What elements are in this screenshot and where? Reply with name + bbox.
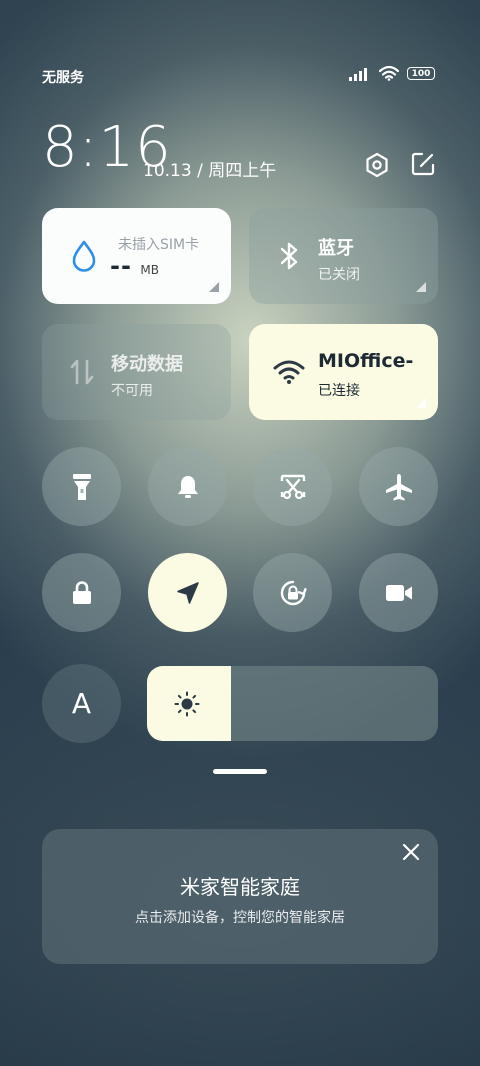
mobile-data-title: 移动数据 [111, 354, 183, 375]
auto-brightness-button[interactable]: A [42, 664, 121, 743]
wifi-status: 已连接 [318, 383, 360, 399]
battery-icon: 100 [407, 67, 435, 80]
sim-usage-value: -- MB [110, 252, 159, 280]
edit-button[interactable] [408, 149, 438, 179]
close-icon[interactable] [400, 841, 422, 863]
smart-home-subtitle: 点击添加设备，控制您的智能家居 [135, 910, 345, 926]
settings-button[interactable] [362, 150, 392, 180]
mobile-data-status: 不可用 [111, 383, 153, 399]
sim-status-label: 未插入SIM卡 [118, 237, 200, 253]
video-camera-icon [385, 584, 412, 601]
location-toggle[interactable] [148, 553, 227, 632]
bluetooth-icon [271, 238, 307, 274]
screenshot-scissors-icon [280, 474, 305, 499]
sim-usage-tile[interactable]: 未插入SIM卡 -- MB [42, 208, 231, 304]
rotation-lock-icon [280, 580, 307, 605]
usage-value: -- [110, 252, 132, 280]
mute-toggle[interactable] [148, 447, 227, 526]
location-arrow-icon [176, 581, 199, 604]
bell-icon [177, 475, 198, 498]
bluetooth-title: 蓝牙 [318, 238, 354, 259]
status-icons: 100 [349, 66, 435, 81]
wifi-icon [271, 354, 307, 390]
lock-screen-toggle[interactable] [42, 553, 121, 632]
wifi-network-name: MIOffice- [318, 350, 414, 372]
smart-home-title: 米家智能家庭 [180, 875, 300, 899]
tile-expand-corner [416, 282, 426, 292]
bluetooth-tile[interactable]: 蓝牙 已关闭 [249, 208, 438, 304]
carrier-status: 无服务 [42, 70, 84, 86]
screen-record-toggle[interactable] [359, 553, 438, 632]
flashlight-toggle[interactable] [42, 447, 121, 526]
tile-expand-corner [209, 282, 219, 292]
panel-drag-handle[interactable] [213, 769, 267, 774]
flashlight-icon [72, 473, 91, 500]
bluetooth-status: 已关闭 [318, 267, 360, 283]
data-arrows-icon [64, 354, 100, 390]
smart-home-card[interactable]: 米家智能家庭 点击添加设备，控制您的智能家居 [42, 829, 438, 964]
rotation-lock-toggle[interactable] [253, 553, 332, 632]
airplane-icon [385, 473, 412, 500]
sun-icon [174, 691, 200, 717]
mobile-data-tile[interactable]: 移动数据 不可用 [42, 324, 231, 420]
signal-icon [349, 67, 367, 81]
date: 10.13 / 周四上午 [143, 161, 277, 181]
usage-unit: MB [140, 263, 159, 277]
edit-icon [411, 152, 435, 176]
brightness-slider[interactable] [147, 666, 438, 741]
wifi-icon [379, 66, 399, 81]
screenshot-toggle[interactable] [253, 447, 332, 526]
tile-expand-corner [416, 398, 426, 408]
wifi-tile[interactable]: MIOffice- 已连接 [249, 324, 438, 420]
lock-icon [72, 580, 91, 604]
airplane-toggle[interactable] [359, 447, 438, 526]
auto-brightness-label: A [71, 687, 92, 720]
water-drop-icon [66, 238, 102, 274]
settings-icon [366, 152, 388, 178]
